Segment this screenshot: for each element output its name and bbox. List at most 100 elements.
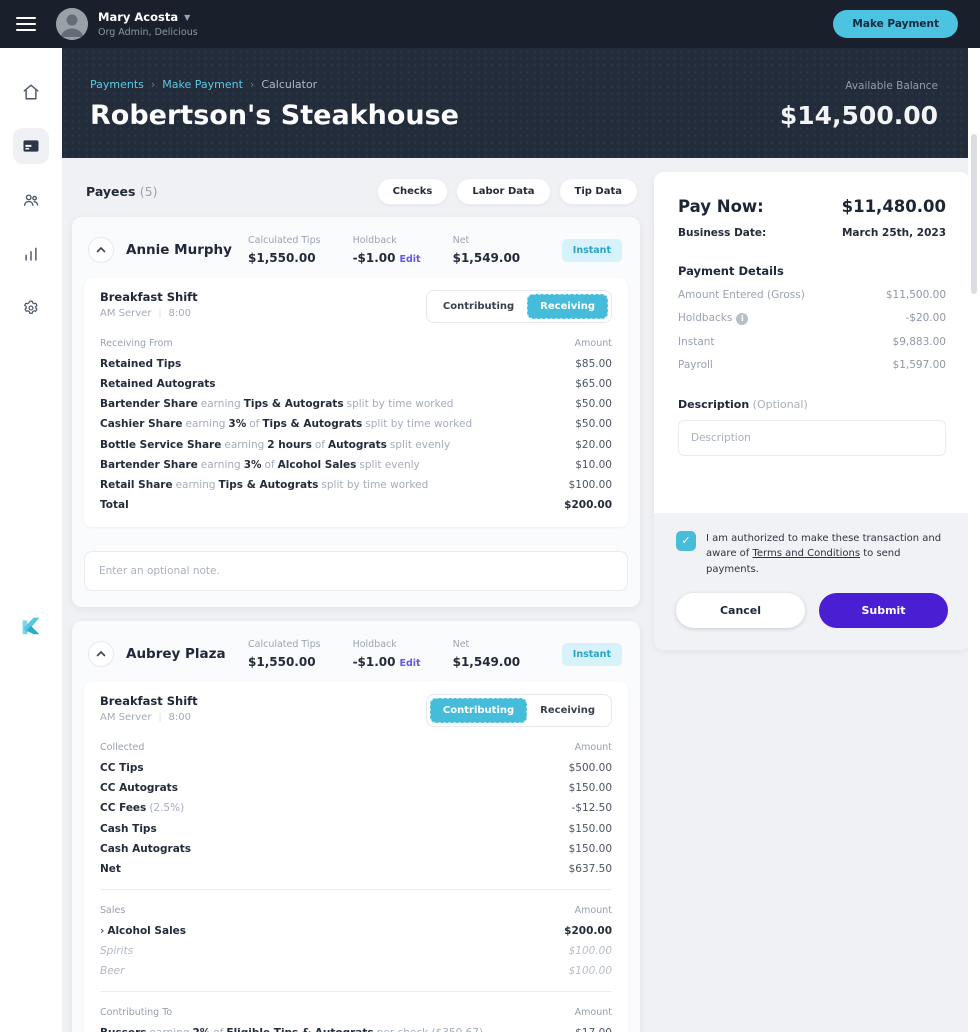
table-row: Bartender Shareearning3%ofAlcohol Saless… (100, 455, 612, 475)
kickfin-logo[interactable] (18, 612, 44, 642)
shift-subtitle: AM Server | 8:00 (100, 712, 198, 723)
available-balance-label: Available Balance (780, 80, 938, 92)
breadcrumb-separator: › (250, 78, 254, 91)
menu-icon[interactable] (16, 17, 36, 31)
info-icon[interactable]: i (736, 313, 748, 325)
table-row: Cash Autograts$150.00 (100, 839, 612, 859)
pay-column: Pay Now: $11,480.00 Business Date: March… (654, 172, 970, 650)
edit-holdback-link[interactable]: Edit (400, 658, 421, 669)
description-label: Description (Optional) (678, 398, 946, 411)
row-amount: $17.00 (575, 1026, 612, 1032)
home-icon (22, 83, 40, 101)
business-date-label: Business Date: (678, 227, 766, 239)
row-amount: $200.00 (564, 498, 612, 512)
authorization-row: ✓ I am authorized to make these transact… (676, 531, 948, 578)
user-menu[interactable]: Mary Acosta▼ Org Admin, Delicious (98, 10, 198, 38)
tip-data-button[interactable]: Tip Data (559, 178, 638, 205)
team-icon (22, 191, 40, 209)
row-amount: $20.00 (575, 438, 612, 452)
row-label: Beer (100, 964, 139, 978)
chevron-up-icon (96, 245, 106, 255)
shift-detail-card: Breakfast Shift AM Server | 8:00 Contrib… (84, 278, 628, 527)
net-value: $1,549.00 (453, 251, 521, 265)
row-label: Total (100, 498, 144, 512)
collapse-button[interactable] (88, 237, 114, 263)
scrollbar[interactable] (968, 48, 980, 1032)
breadcrumb-payments[interactable]: Payments (90, 78, 144, 91)
shift-role: AM Server (100, 712, 151, 723)
sidebar (0, 48, 62, 1032)
holdbacks-value: -$20.00 (905, 312, 946, 324)
stat-label: Holdback (353, 639, 421, 650)
submit-button[interactable]: Submit (819, 593, 948, 628)
sidebar-item-reports[interactable] (13, 236, 49, 272)
shift-subtitle: AM Server | 8:00 (100, 308, 198, 319)
detail-row: Amount Entered (Gross) $11,500.00 (678, 289, 946, 301)
terms-link[interactable]: Terms and Conditions (752, 548, 860, 559)
labor-data-button[interactable]: Labor Data (456, 178, 550, 205)
make-payment-button[interactable]: Make Payment (833, 10, 958, 38)
collapse-button[interactable] (88, 641, 114, 667)
chevron-down-icon: ▼ (184, 13, 190, 22)
checks-button[interactable]: Checks (377, 178, 449, 205)
sidebar-item-payments[interactable] (13, 128, 49, 164)
edit-holdback-link[interactable]: Edit (400, 254, 421, 265)
row-label: Cash Autograts (100, 842, 206, 856)
instant-badge: Instant (562, 643, 622, 666)
row-label: Bartender Shareearning3%ofAlcohol Saless… (100, 458, 435, 472)
row-label: CC Fees(2.5%) (100, 801, 199, 815)
toggle-receiving[interactable]: Receiving (527, 294, 608, 319)
table-header: Receiving FromAmount (100, 335, 612, 354)
avatar[interactable] (56, 8, 88, 40)
section-divider (100, 991, 612, 992)
payees-header-row: Payees (5) Checks Labor Data Tip Data (72, 172, 640, 217)
breadcrumb-calculator: Calculator (261, 78, 317, 91)
detail-row: Instant $9,883.00 (678, 336, 946, 348)
sidebar-item-settings[interactable] (13, 290, 49, 326)
toggle-receiving[interactable]: Receiving (527, 698, 608, 723)
table-row: Spirits $100.00 (100, 941, 612, 961)
authorization-checkbox[interactable]: ✓ (676, 531, 696, 551)
breadcrumb: Payments › Make Payment › Calculator (90, 78, 459, 91)
contributing-receiving-toggle: ContributingReceiving (426, 290, 612, 323)
table-row: Bottle Service Shareearning2 hoursofAuto… (100, 435, 612, 455)
breadcrumb-separator: › (151, 78, 155, 91)
action-buttons: Cancel Submit (676, 593, 948, 628)
table-row[interactable]: ›Alcohol Sales$200.00 (100, 921, 612, 941)
instant-value: $9,883.00 (893, 336, 946, 348)
user-name: Mary Acosta (98, 10, 178, 24)
note-input[interactable] (84, 551, 628, 591)
business-date-value: March 25th, 2023 (842, 227, 946, 239)
payee-card-aubrey-plaza: Aubrey Plaza Calculated Tips$1,550.00 Ho… (72, 621, 640, 1032)
toggle-contributing[interactable]: Contributing (430, 294, 527, 319)
description-input[interactable] (678, 420, 946, 456)
shift-title: Breakfast Shift (100, 290, 198, 304)
authorization-text: I am authorized to make these transactio… (706, 531, 948, 578)
breadcrumb-make-payment[interactable]: Make Payment (162, 78, 243, 91)
toggle-contributing[interactable]: Contributing (430, 698, 527, 723)
row-amount: $200.00 (564, 924, 612, 938)
row-label: Bottle Service Shareearning2 hoursofAuto… (100, 438, 465, 452)
table-header: SalesAmount (100, 902, 612, 921)
row-label: Retained Autograts (100, 377, 231, 391)
stat-label: Holdback (353, 235, 421, 246)
sidebar-item-home[interactable] (13, 74, 49, 110)
stat-label: Calculated Tips (248, 639, 321, 650)
row-label: Spirits (100, 944, 148, 958)
shift-header: Breakfast Shift AM Server | 8:00 Contrib… (100, 694, 612, 727)
scrollbar-thumb[interactable] (971, 134, 977, 294)
cancel-button[interactable]: Cancel (676, 593, 805, 628)
table-row: Beer$100.00 (100, 961, 612, 981)
payments-icon (22, 137, 40, 155)
filter-buttons: Checks Labor Data Tip Data (377, 178, 638, 205)
row-amount: $50.00 (575, 417, 612, 431)
table-row: Bartender ShareearningTips & Autogratssp… (100, 394, 612, 414)
row-amount: $50.00 (575, 397, 612, 411)
row-amount: $100.00 (569, 944, 612, 958)
sidebar-item-team[interactable] (13, 182, 49, 218)
payee-name: Annie Murphy (126, 242, 244, 258)
payment-details-heading: Payment Details (678, 264, 946, 278)
separator: | (158, 713, 161, 723)
row-amount: $500.00 (569, 761, 612, 775)
shift-title: Breakfast Shift (100, 694, 198, 708)
